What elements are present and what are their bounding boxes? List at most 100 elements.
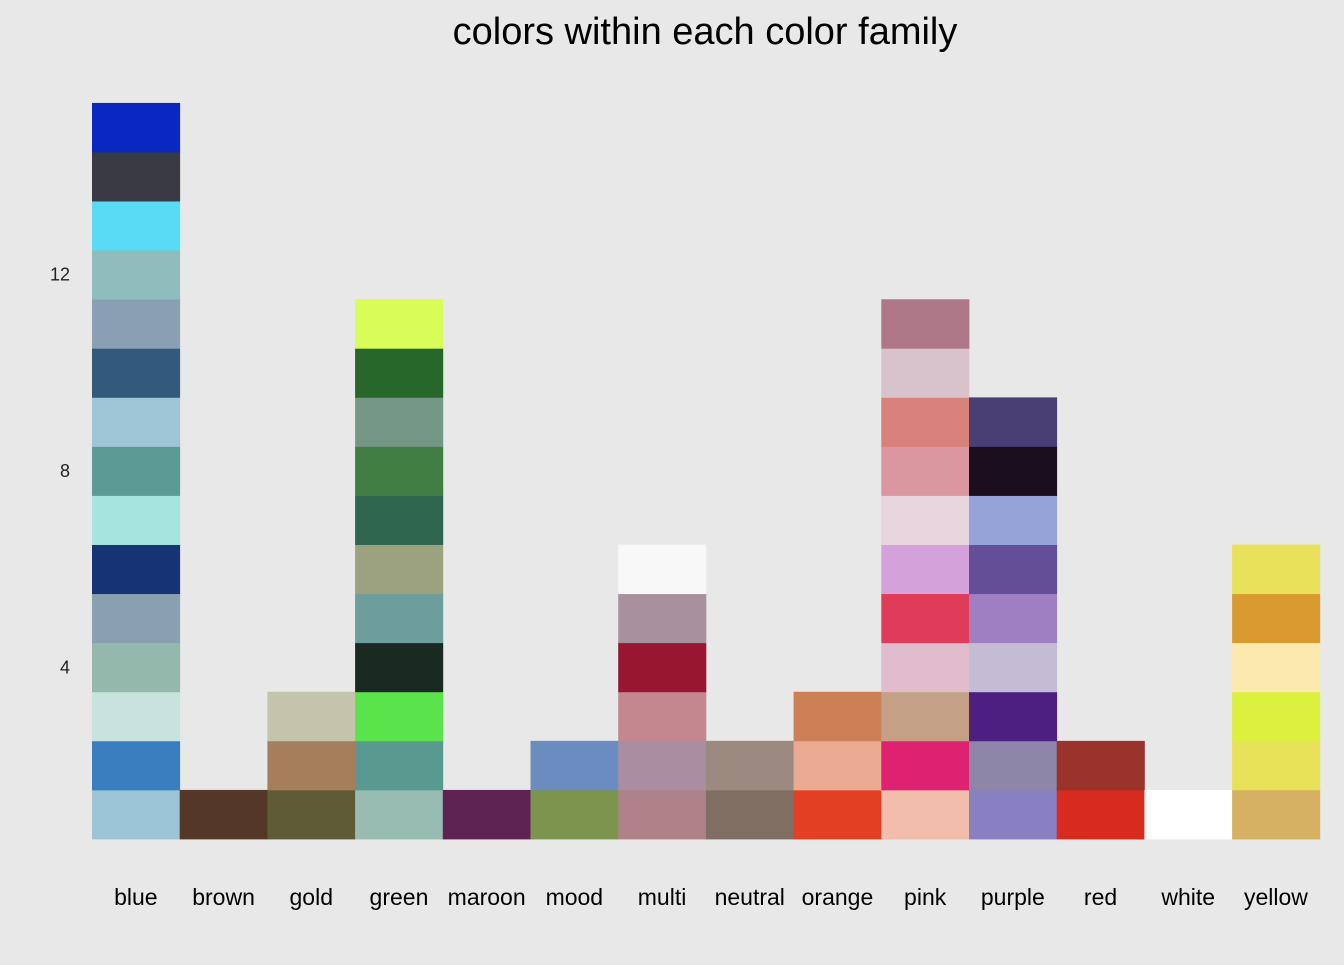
color-swatch-blue-14 bbox=[92, 152, 181, 202]
color-swatch-gold-2 bbox=[267, 740, 356, 791]
color-swatch-purple-3 bbox=[969, 691, 1058, 742]
color-swatch-pink-9 bbox=[881, 397, 970, 447]
color-swatch-pink-7 bbox=[881, 495, 970, 545]
color-swatch-pink-3 bbox=[881, 691, 970, 742]
color-swatch-multi-3 bbox=[618, 691, 707, 742]
color-swatch-purple-1 bbox=[969, 789, 1058, 840]
stacked-color-chart: colors within each color family 4 8 12 blu… bbox=[50, 11, 1321, 910]
color-swatch-brown-1 bbox=[179, 789, 268, 840]
color-swatch-purple-8 bbox=[969, 446, 1058, 496]
color-swatch-yellow-5 bbox=[1232, 593, 1321, 644]
bar-stack-green bbox=[355, 299, 444, 840]
color-swatch-mood-2 bbox=[530, 740, 619, 791]
x-tick-label-neutral: neutral bbox=[715, 884, 785, 910]
color-swatch-gold-3 bbox=[267, 691, 356, 742]
color-swatch-maroon-1 bbox=[442, 789, 531, 840]
x-tick-label-yellow: yellow bbox=[1244, 884, 1308, 910]
x-tick-label-mood: mood bbox=[546, 884, 604, 910]
x-tick-label-multi: multi bbox=[638, 884, 687, 910]
chart-area: colors within each color family 4 8 12 blu… bbox=[0, 0, 1344, 960]
color-swatch-green-11 bbox=[355, 299, 444, 349]
color-swatch-blue-9 bbox=[92, 397, 181, 447]
color-swatch-yellow-2 bbox=[1232, 740, 1321, 791]
bar-stack-pink bbox=[881, 299, 970, 840]
color-swatch-white-1 bbox=[1144, 789, 1233, 840]
color-swatch-multi-5 bbox=[618, 593, 707, 644]
x-tick-label-red: red bbox=[1084, 884, 1117, 910]
color-swatch-pink-11 bbox=[881, 299, 970, 349]
color-swatch-blue-12 bbox=[92, 250, 181, 300]
bar-stack-white bbox=[1144, 789, 1233, 840]
x-tick-label-gold: gold bbox=[290, 884, 333, 910]
color-swatch-gold-1 bbox=[267, 789, 356, 840]
color-swatch-yellow-6 bbox=[1232, 544, 1321, 595]
color-swatch-blue-11 bbox=[92, 299, 181, 349]
color-swatch-red-2 bbox=[1056, 740, 1145, 791]
color-swatch-blue-13 bbox=[92, 201, 181, 251]
color-swatch-green-4 bbox=[355, 642, 444, 693]
color-swatch-multi-6 bbox=[618, 544, 707, 595]
color-swatch-purple-4 bbox=[969, 642, 1058, 693]
color-swatch-yellow-1 bbox=[1232, 789, 1321, 840]
x-tick-label-green: green bbox=[370, 884, 429, 910]
color-swatch-pink-5 bbox=[881, 593, 970, 644]
bar-stack-yellow bbox=[1232, 544, 1321, 840]
color-swatch-yellow-4 bbox=[1232, 642, 1321, 693]
x-tick-label-maroon: maroon bbox=[448, 884, 526, 910]
color-swatch-blue-3 bbox=[92, 691, 181, 742]
color-swatch-pink-8 bbox=[881, 446, 970, 496]
color-swatch-blue-4 bbox=[92, 642, 181, 693]
color-swatch-blue-2 bbox=[92, 740, 181, 791]
color-swatch-purple-9 bbox=[969, 397, 1058, 447]
bar-stack-mood bbox=[530, 740, 619, 840]
color-swatch-multi-2 bbox=[618, 740, 707, 791]
color-swatch-multi-1 bbox=[618, 789, 707, 840]
color-swatch-orange-2 bbox=[793, 740, 882, 791]
color-swatch-blue-7 bbox=[92, 495, 181, 545]
color-swatch-green-10 bbox=[355, 348, 444, 398]
color-swatch-orange-1 bbox=[793, 789, 882, 840]
bars bbox=[92, 102, 1321, 840]
color-swatch-red-1 bbox=[1056, 789, 1145, 840]
bar-stack-blue bbox=[92, 102, 181, 840]
color-swatch-green-8 bbox=[355, 446, 444, 496]
color-swatch-purple-2 bbox=[969, 740, 1058, 791]
color-swatch-pink-1 bbox=[881, 789, 970, 840]
chart-title: colors within each color family bbox=[453, 11, 958, 53]
x-tick-label-purple: purple bbox=[981, 884, 1045, 910]
bar-stack-red bbox=[1056, 740, 1145, 840]
color-swatch-purple-6 bbox=[969, 544, 1058, 595]
color-swatch-pink-4 bbox=[881, 642, 970, 693]
color-swatch-blue-5 bbox=[92, 593, 181, 644]
y-tick-label-8: 8 bbox=[60, 461, 70, 481]
x-tick-label-pink: pink bbox=[904, 884, 947, 910]
color-swatch-neutral-1 bbox=[705, 789, 794, 840]
x-tick-label-brown: brown bbox=[192, 884, 255, 910]
color-swatch-green-5 bbox=[355, 593, 444, 644]
color-swatch-green-3 bbox=[355, 691, 444, 742]
color-swatch-purple-7 bbox=[969, 495, 1058, 545]
color-swatch-yellow-3 bbox=[1232, 691, 1321, 742]
y-tick-label-12: 12 bbox=[50, 265, 70, 285]
color-swatch-blue-8 bbox=[92, 446, 181, 496]
color-swatch-orange-3 bbox=[793, 691, 882, 742]
color-swatch-green-7 bbox=[355, 495, 444, 545]
x-tick-label-orange: orange bbox=[802, 884, 874, 910]
bar-stack-orange bbox=[793, 691, 882, 840]
x-tick-label-white: white bbox=[1160, 884, 1215, 910]
color-swatch-neutral-2 bbox=[705, 740, 794, 791]
color-swatch-green-6 bbox=[355, 544, 444, 595]
color-swatch-purple-5 bbox=[969, 593, 1058, 644]
color-swatch-green-1 bbox=[355, 789, 444, 840]
color-swatch-blue-10 bbox=[92, 348, 181, 398]
bar-stack-maroon bbox=[442, 789, 531, 840]
color-swatch-blue-15 bbox=[92, 102, 181, 153]
bar-stack-neutral bbox=[705, 740, 794, 840]
color-swatch-pink-10 bbox=[881, 348, 970, 398]
color-swatch-green-2 bbox=[355, 740, 444, 791]
color-swatch-green-9 bbox=[355, 397, 444, 447]
color-swatch-blue-1 bbox=[92, 789, 181, 840]
bar-stack-gold bbox=[267, 691, 356, 840]
y-tick-label-4: 4 bbox=[60, 657, 70, 677]
y-axis: 4 8 12 bbox=[50, 265, 70, 678]
